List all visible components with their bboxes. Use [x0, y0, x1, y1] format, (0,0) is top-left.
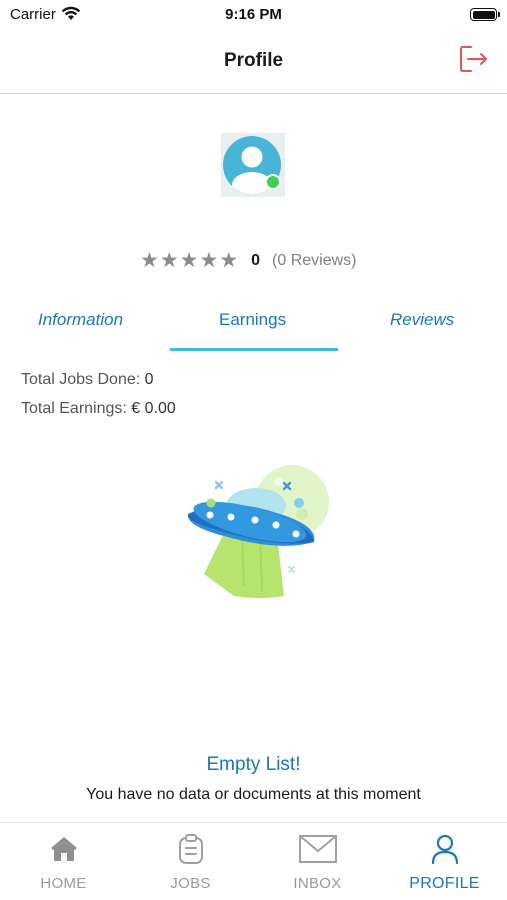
- total-earnings-label: Total Earnings:: [21, 400, 127, 417]
- tab-earnings[interactable]: Earnings: [219, 310, 286, 330]
- total-jobs-value: 0: [144, 371, 154, 388]
- active-tab-indicator: [170, 348, 338, 351]
- nav-inbox-label: INBOX: [293, 875, 342, 892]
- nav-jobs-label: JOBS: [170, 875, 211, 892]
- total-earnings-value: € 0.00: [131, 400, 176, 417]
- star-icon: ★: [159, 249, 179, 272]
- nav-home-label: HOME: [40, 875, 87, 892]
- person-icon: [381, 833, 507, 865]
- empty-state-message: You have no data or documents at this mo…: [86, 786, 421, 803]
- mail-icon: [254, 833, 381, 865]
- profile-tabs: Information Earnings Reviews: [0, 300, 507, 352]
- clipboard-icon: [127, 833, 254, 865]
- rating-reviews-count: (0 Reviews): [272, 252, 357, 269]
- bottom-nav: HOME JOBS INBOX PROFILE: [0, 822, 507, 900]
- logout-button[interactable]: [456, 42, 490, 76]
- total-jobs-label: Total Jobs Done:: [21, 371, 141, 388]
- star-icon: ★: [219, 249, 239, 272]
- star-icon: ★: [140, 249, 159, 272]
- nav-inbox[interactable]: INBOX: [254, 823, 381, 900]
- nav-profile-label: PROFILE: [409, 875, 480, 892]
- total-jobs-row: Total Jobs Done: 0: [21, 371, 154, 389]
- page-title: Profile: [223, 50, 284, 71]
- battery-icon: [470, 8, 500, 21]
- nav-profile[interactable]: PROFILE: [381, 823, 507, 900]
- online-status-dot: [265, 174, 281, 190]
- nav-home[interactable]: HOME: [0, 823, 127, 900]
- status-bar: Carrier 9:16 PM: [0, 0, 507, 30]
- rating-row: ★ ★ ★ ★ ★ 0 (0 Reviews): [140, 250, 357, 272]
- home-icon: [0, 833, 127, 865]
- app-header: Profile: [0, 30, 507, 94]
- star-icon: ★: [199, 249, 219, 272]
- tab-reviews[interactable]: Reviews: [390, 310, 454, 330]
- tab-information[interactable]: Information: [38, 310, 123, 330]
- empty-state-title: Empty List!: [206, 754, 301, 775]
- rating-value: 0: [251, 252, 261, 269]
- star-icon: ★: [179, 249, 199, 272]
- ufo-illustration: [180, 462, 336, 604]
- logout-icon: [460, 46, 487, 72]
- total-earnings-row: Total Earnings: € 0.00: [21, 400, 176, 418]
- nav-jobs[interactable]: JOBS: [127, 823, 254, 900]
- status-time: 9:16 PM: [225, 6, 282, 23]
